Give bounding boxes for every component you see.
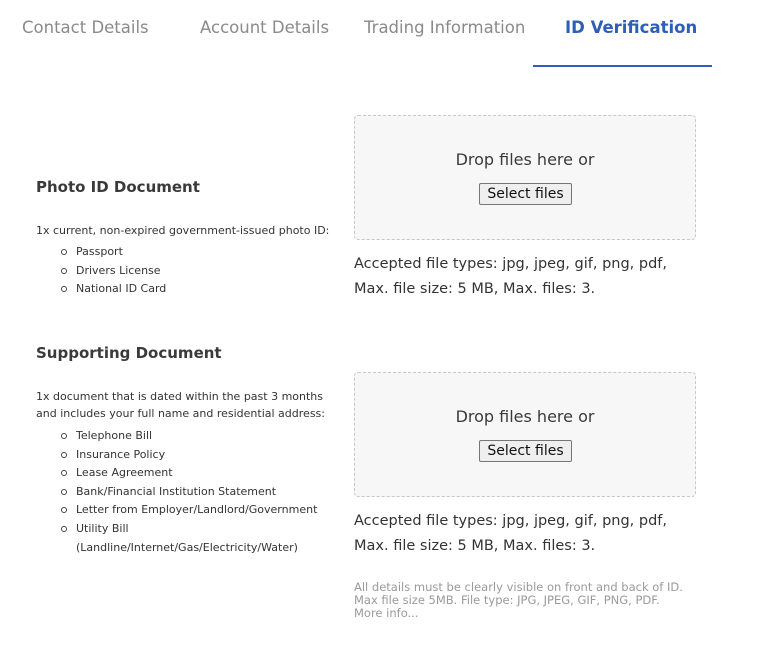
supporting-doc-description: 1x document that is dated within the pas… — [36, 388, 336, 422]
bullet-icon — [61, 451, 67, 458]
max-size-line: Max. file size: 5 MB, Max. files: 3. — [354, 280, 596, 297]
max-size-line: Max. file size: 5 MB, Max. files: 3. — [354, 537, 596, 554]
tab-account-details[interactable]: Account Details — [200, 18, 329, 37]
accepted-types-line: Accepted file types: jpg, jpeg, gif, png… — [354, 513, 668, 529]
supporting-doc-accepted-types: Accepted file types: jpg, jpeg, gif, png… — [354, 509, 754, 558]
active-tab-indicator — [533, 65, 712, 67]
bullet-icon — [61, 433, 67, 439]
bullet-icon — [61, 267, 67, 274]
bullet-icon — [61, 507, 67, 514]
list-item: Lease Agreement — [36, 464, 317, 483]
list-item: Passport — [36, 243, 166, 262]
photo-id-list: Passport Drivers License National ID Car… — [36, 243, 166, 299]
list-item: Telephone Bill — [36, 427, 317, 446]
bullet-icon — [61, 470, 67, 477]
description-line: 1x document that is dated within the pas… — [36, 390, 324, 403]
list-item-continuation: (Landline/Internet/Gas/Electricity/Water… — [76, 540, 298, 554]
photo-id-select-files-button[interactable]: Select files — [479, 183, 572, 205]
list-item: Insurance Policy — [36, 446, 317, 465]
drop-files-text: Drop files here or — [455, 150, 595, 169]
supporting-doc-title: Supporting Document — [36, 344, 222, 362]
photo-id-description: 1x current, non-expired government-issue… — [36, 224, 330, 237]
supporting-doc-dropzone[interactable]: Drop files here or Select files — [354, 372, 696, 497]
bullet-icon — [61, 249, 67, 255]
list-item: Letter from Employer/Landlord/Government — [36, 501, 317, 520]
bullet-icon — [61, 286, 67, 293]
tab-trading-information[interactable]: Trading Information — [364, 18, 525, 37]
photo-id-dropzone[interactable]: Drop files here or Select files — [354, 115, 696, 240]
id-requirements-note: All details must be clearly visible on f… — [354, 581, 754, 620]
photo-id-accepted-types: Accepted file types: jpg, jpeg, gif, png… — [354, 252, 754, 301]
tab-id-verification[interactable]: ID Verification — [565, 18, 697, 37]
accepted-types-line: Accepted file types: jpg, jpeg, gif, png… — [354, 256, 668, 272]
list-item: Utility Bill — [36, 520, 317, 539]
description-line: and includes your full name and resident… — [36, 407, 325, 420]
supporting-doc-select-files-button[interactable]: Select files — [479, 440, 572, 462]
photo-id-title: Photo ID Document — [36, 178, 200, 196]
bullet-icon — [61, 525, 67, 532]
tab-contact-details[interactable]: Contact Details — [22, 18, 149, 37]
tab-bar: Contact Details Account Details Trading … — [0, 0, 761, 70]
bullet-icon — [61, 488, 67, 495]
list-item: National ID Card — [36, 280, 166, 299]
list-item: Bank/Financial Institution Statement — [36, 483, 317, 502]
more-info-link[interactable]: More info... — [354, 607, 754, 620]
list-item: Drivers License — [36, 262, 166, 281]
supporting-doc-list: Telephone Bill Insurance Policy Lease Ag… — [36, 427, 317, 557]
drop-files-text: Drop files here or — [455, 407, 595, 426]
